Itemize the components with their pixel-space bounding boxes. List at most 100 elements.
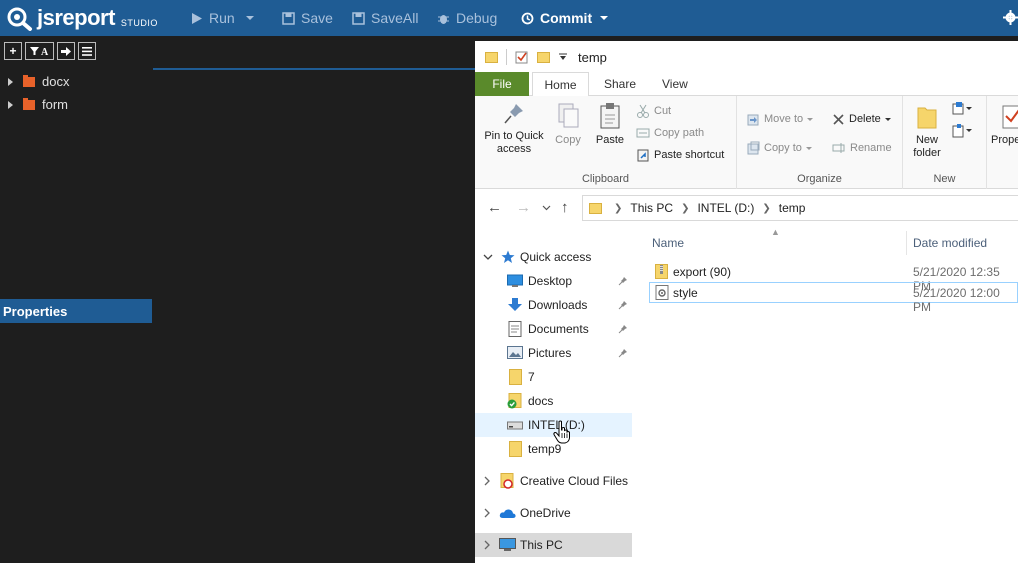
commit-label: Commit <box>540 10 593 26</box>
new-folder-icon[interactable] <box>537 51 550 63</box>
file-row-style[interactable]: style 5/21/2020 12:00 PM <box>649 282 1018 314</box>
creative-cloud-icon <box>500 473 514 489</box>
back-arrow-icon[interactable]: ← <box>487 199 502 216</box>
config-file-icon <box>655 285 669 300</box>
nav-quick-access[interactable]: Quick access <box>475 245 632 269</box>
tab-file[interactable]: File <box>475 72 529 96</box>
gear-icon[interactable] <box>1003 10 1018 25</box>
file-row-export[interactable]: export (90) 5/21/2020 12:35 PM <box>649 261 1018 293</box>
nav-item-desktop[interactable]: Desktop <box>475 269 632 293</box>
breadcrumb-this-pc[interactable]: This PC <box>630 201 673 215</box>
scissors-icon <box>637 104 649 118</box>
ribbon-home: Pin to Quick access Copy Paste Cut Copy … <box>475 96 1018 189</box>
file-explorer-window: temp File Home Share View Pin to Quick a… <box>475 41 1018 563</box>
explorer-title-bar: temp <box>475 41 1018 73</box>
properties-panel-header[interactable]: Properties <box>0 299 152 323</box>
column-date-header[interactable]: Date modified <box>913 236 987 250</box>
menu-button[interactable] <box>78 42 96 60</box>
nav-label: OneDrive <box>520 506 571 520</box>
paste-shortcut-button[interactable]: Paste shortcut <box>636 145 724 165</box>
commit-button[interactable]: Commit <box>521 0 615 36</box>
nav-item-7[interactable]: 7 <box>475 365 632 389</box>
rename-button[interactable]: Rename <box>832 138 892 158</box>
logo-subtitle: STUDIO <box>120 17 158 28</box>
debug-button[interactable]: Debug <box>437 0 497 36</box>
easy-access-icon <box>952 124 972 138</box>
breadcrumb-separator-icon[interactable]: ❯ <box>614 203 622 214</box>
nav-item-documents[interactable]: Documents <box>475 317 632 341</box>
breadcrumb-drive[interactable]: INTEL (D:) <box>697 201 754 215</box>
move-to-button[interactable]: Move to <box>746 109 814 129</box>
tab-view[interactable]: View <box>662 72 688 96</box>
folder-icon <box>485 51 498 63</box>
tree-folder-label: docx <box>42 74 70 89</box>
copy-to-button[interactable]: Copy to <box>746 138 813 158</box>
nav-item-docs[interactable]: docs <box>475 389 632 413</box>
chevron-right-icon[interactable] <box>484 540 491 550</box>
save-label: Save <box>301 10 333 26</box>
logo-magnifier-icon <box>7 7 32 31</box>
copy-button[interactable]: Copy <box>552 102 584 147</box>
breadcrumb-separator-icon[interactable]: ❯ <box>681 203 689 214</box>
window-title: temp <box>578 49 607 65</box>
editor-tab-divider <box>153 68 475 70</box>
chevron-down-icon <box>600 16 609 20</box>
pin-to-quick-access-button[interactable]: Pin to Quick access <box>481 102 547 156</box>
column-divider[interactable] <box>906 231 907 255</box>
easy-access-button[interactable] <box>951 121 973 141</box>
caret-right-icon[interactable] <box>8 100 13 109</box>
nav-item-pictures[interactable]: Pictures <box>475 341 632 365</box>
nav-label: docs <box>528 394 554 408</box>
caret-right-icon[interactable] <box>8 77 13 86</box>
nav-label: Quick access <box>520 250 592 264</box>
paste-button[interactable]: Paste <box>594 102 626 147</box>
logo-text: jsreport <box>37 5 115 30</box>
new-entity-button[interactable]: + <box>4 42 22 60</box>
properties-check-icon[interactable] <box>515 50 529 64</box>
nav-label: This PC <box>520 538 563 552</box>
save-button[interactable]: Save <box>282 0 333 36</box>
tree-folder-form[interactable]: form <box>0 93 69 116</box>
breadcrumb-separator-icon[interactable]: ❯ <box>762 203 770 214</box>
pin-icon <box>504 104 523 124</box>
nav-onedrive[interactable]: OneDrive <box>475 501 632 525</box>
nav-creative-cloud[interactable]: Creative Cloud Files <box>475 469 632 493</box>
up-arrow-icon[interactable]: ↑ <box>561 199 569 216</box>
nav-item-downloads[interactable]: Downloads <box>475 293 632 317</box>
tab-share[interactable]: Share <box>604 72 636 96</box>
pin-icon[interactable] <box>618 276 628 286</box>
forward-arrow-icon[interactable]: → <box>516 199 531 216</box>
filter-button[interactable]: A <box>25 42 54 60</box>
new-item-icon <box>952 102 972 115</box>
desktop-icon <box>507 274 523 287</box>
pin-icon[interactable] <box>618 324 628 334</box>
delete-button[interactable]: Delete <box>832 109 892 129</box>
navigate-button[interactable] <box>57 42 75 60</box>
properties-button[interactable]: Prope <box>991 102 1018 147</box>
recent-locations-chevron-icon[interactable] <box>542 205 551 211</box>
clipboard-group: Pin to Quick access Copy Paste Cut Copy … <box>475 96 737 189</box>
tree-folder-docx[interactable]: docx <box>0 70 69 93</box>
copy-label: Copy <box>555 134 581 146</box>
run-button[interactable]: Run <box>191 0 261 36</box>
chevron-right-icon[interactable] <box>484 476 491 486</box>
address-bar[interactable]: ❯ This PC ❯ INTEL (D:) ❯ temp <box>582 195 1018 221</box>
column-name-header[interactable]: Name <box>652 236 684 250</box>
file-name: export (90) <box>673 265 732 279</box>
pin-icon[interactable] <box>618 348 628 358</box>
tab-home[interactable]: Home <box>532 72 589 97</box>
floppy-multiple-icon <box>352 11 365 25</box>
chevron-down-icon[interactable] <box>483 254 493 261</box>
chevron-down-icon[interactable] <box>558 53 568 61</box>
nav-this-pc[interactable]: This PC <box>475 533 632 557</box>
breadcrumb-temp[interactable]: temp <box>779 201 806 215</box>
delete-x-icon <box>833 113 844 125</box>
new-folder-button[interactable]: New folder <box>905 102 949 160</box>
copy-path-button[interactable]: Copy path <box>636 123 704 143</box>
pin-icon[interactable] <box>618 300 628 310</box>
save-all-button[interactable]: SaveAll <box>352 0 418 36</box>
new-item-button[interactable] <box>951 99 973 119</box>
cut-button[interactable]: Cut <box>636 101 671 121</box>
file-date: 5/21/2020 12:00 PM <box>913 286 1000 314</box>
chevron-right-icon[interactable] <box>484 508 491 518</box>
